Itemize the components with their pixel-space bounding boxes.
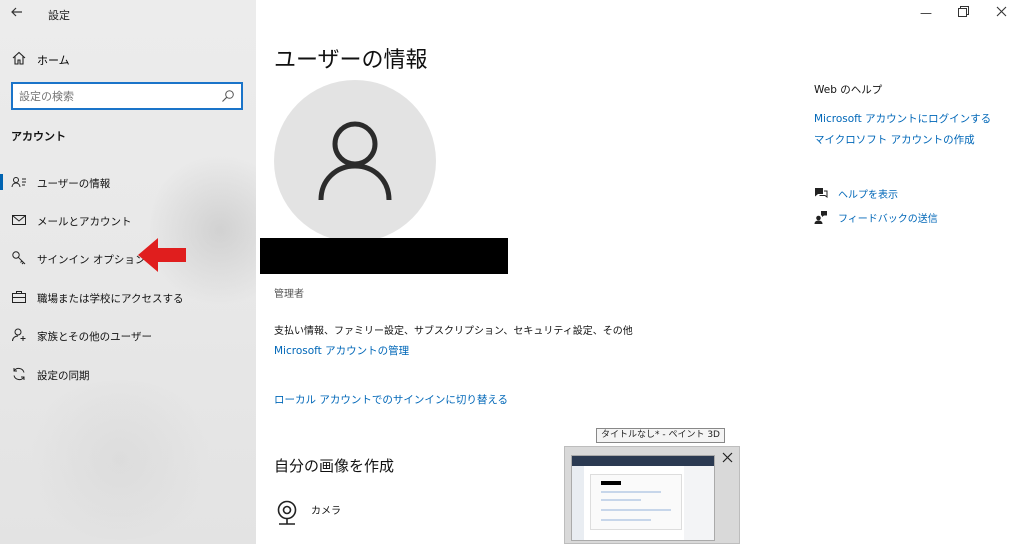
sidebar-item-signin-options[interactable]: サインイン オプション <box>0 246 256 270</box>
close-icon[interactable] <box>722 451 733 467</box>
chat-help-icon <box>814 185 828 199</box>
sync-icon <box>11 366 27 382</box>
user-info-icon <box>11 174 27 190</box>
sidebar: 設定 ホーム アカウント ユーザーの情報 メールとアカウント サインイン オプシ… <box>0 0 256 544</box>
sidebar-item-label: 職場または学校にアクセスする <box>37 293 184 305</box>
sidebar-item-family[interactable]: 家族とその他のユーザー <box>0 323 256 347</box>
app-title: 設定 <box>48 9 70 22</box>
home-icon <box>11 50 27 66</box>
show-help-label: ヘルプを表示 <box>838 190 898 201</box>
sidebar-item-user-info[interactable]: ユーザーの情報 <box>0 170 256 194</box>
preview-left-panel <box>572 466 584 540</box>
feedback-label: フィードバックの送信 <box>838 214 938 225</box>
help-link-create-account[interactable]: マイクロソフト アカウントの作成 <box>814 132 975 147</box>
account-role: 管理者 <box>274 289 304 300</box>
feedback-icon <box>814 209 828 224</box>
titlebar: 設定 <box>0 0 256 28</box>
nav-home[interactable]: ホーム <box>0 48 256 70</box>
red-arrow-annotation <box>138 238 186 272</box>
mail-icon <box>11 212 27 228</box>
search-icon[interactable] <box>221 88 237 104</box>
sidebar-item-work-school[interactable]: 職場または学校にアクセスする <box>0 285 256 309</box>
sidebar-item-label: メールとアカウント <box>37 216 132 228</box>
account-description: 支払い情報、ファミリー設定、サブスクリプション、セキュリティ設定、その他 <box>274 326 633 337</box>
avatar <box>274 80 436 242</box>
home-label: ホーム <box>37 54 70 67</box>
sidebar-item-label: 家族とその他のユーザー <box>37 331 152 343</box>
help-title: Web のヘルプ <box>814 84 883 96</box>
help-link-login[interactable]: Microsoft アカウントにログインする <box>814 111 991 126</box>
preview-canvas <box>590 474 682 530</box>
taskbar-tooltip: タイトルなし* - ペイント 3D <box>596 428 725 443</box>
restore-icon[interactable] <box>958 6 969 20</box>
manage-account-link[interactable]: Microsoft アカウントの管理 <box>274 343 409 358</box>
preview-image <box>571 455 715 541</box>
minimize-icon[interactable]: — <box>920 6 932 20</box>
sidebar-item-label: 設定の同期 <box>37 370 90 382</box>
sidebar-item-label: サインイン オプション <box>37 254 146 266</box>
search-box[interactable] <box>11 82 243 110</box>
person-add-icon <box>11 327 27 343</box>
section-title: アカウント <box>11 130 66 143</box>
briefcase-icon <box>11 289 27 305</box>
key-icon <box>11 250 27 266</box>
create-picture-title: 自分の画像を作成 <box>274 457 395 475</box>
user-silhouette-icon <box>318 121 392 201</box>
switch-local-account-link[interactable]: ローカル アカウントでのサインインに切り替える <box>274 392 508 407</box>
redacted-username <box>260 238 508 274</box>
back-arrow-icon[interactable] <box>10 5 26 21</box>
close-icon[interactable] <box>996 6 1007 20</box>
preview-toolbar <box>572 456 714 466</box>
sidebar-item-label: ユーザーの情報 <box>37 178 111 190</box>
camera-label[interactable]: カメラ <box>311 502 341 517</box>
taskbar-window-preview[interactable] <box>564 446 740 544</box>
preview-right-panel <box>684 466 714 540</box>
sidebar-item-mail[interactable]: メールとアカウント <box>0 208 256 232</box>
background-blur <box>20 380 220 540</box>
sidebar-item-sync[interactable]: 設定の同期 <box>0 362 256 386</box>
page-title: ユーザーの情報 <box>274 48 428 73</box>
search-input[interactable] <box>19 87 219 105</box>
window-controls: — <box>904 0 1024 28</box>
camera-icon[interactable] <box>276 500 298 526</box>
